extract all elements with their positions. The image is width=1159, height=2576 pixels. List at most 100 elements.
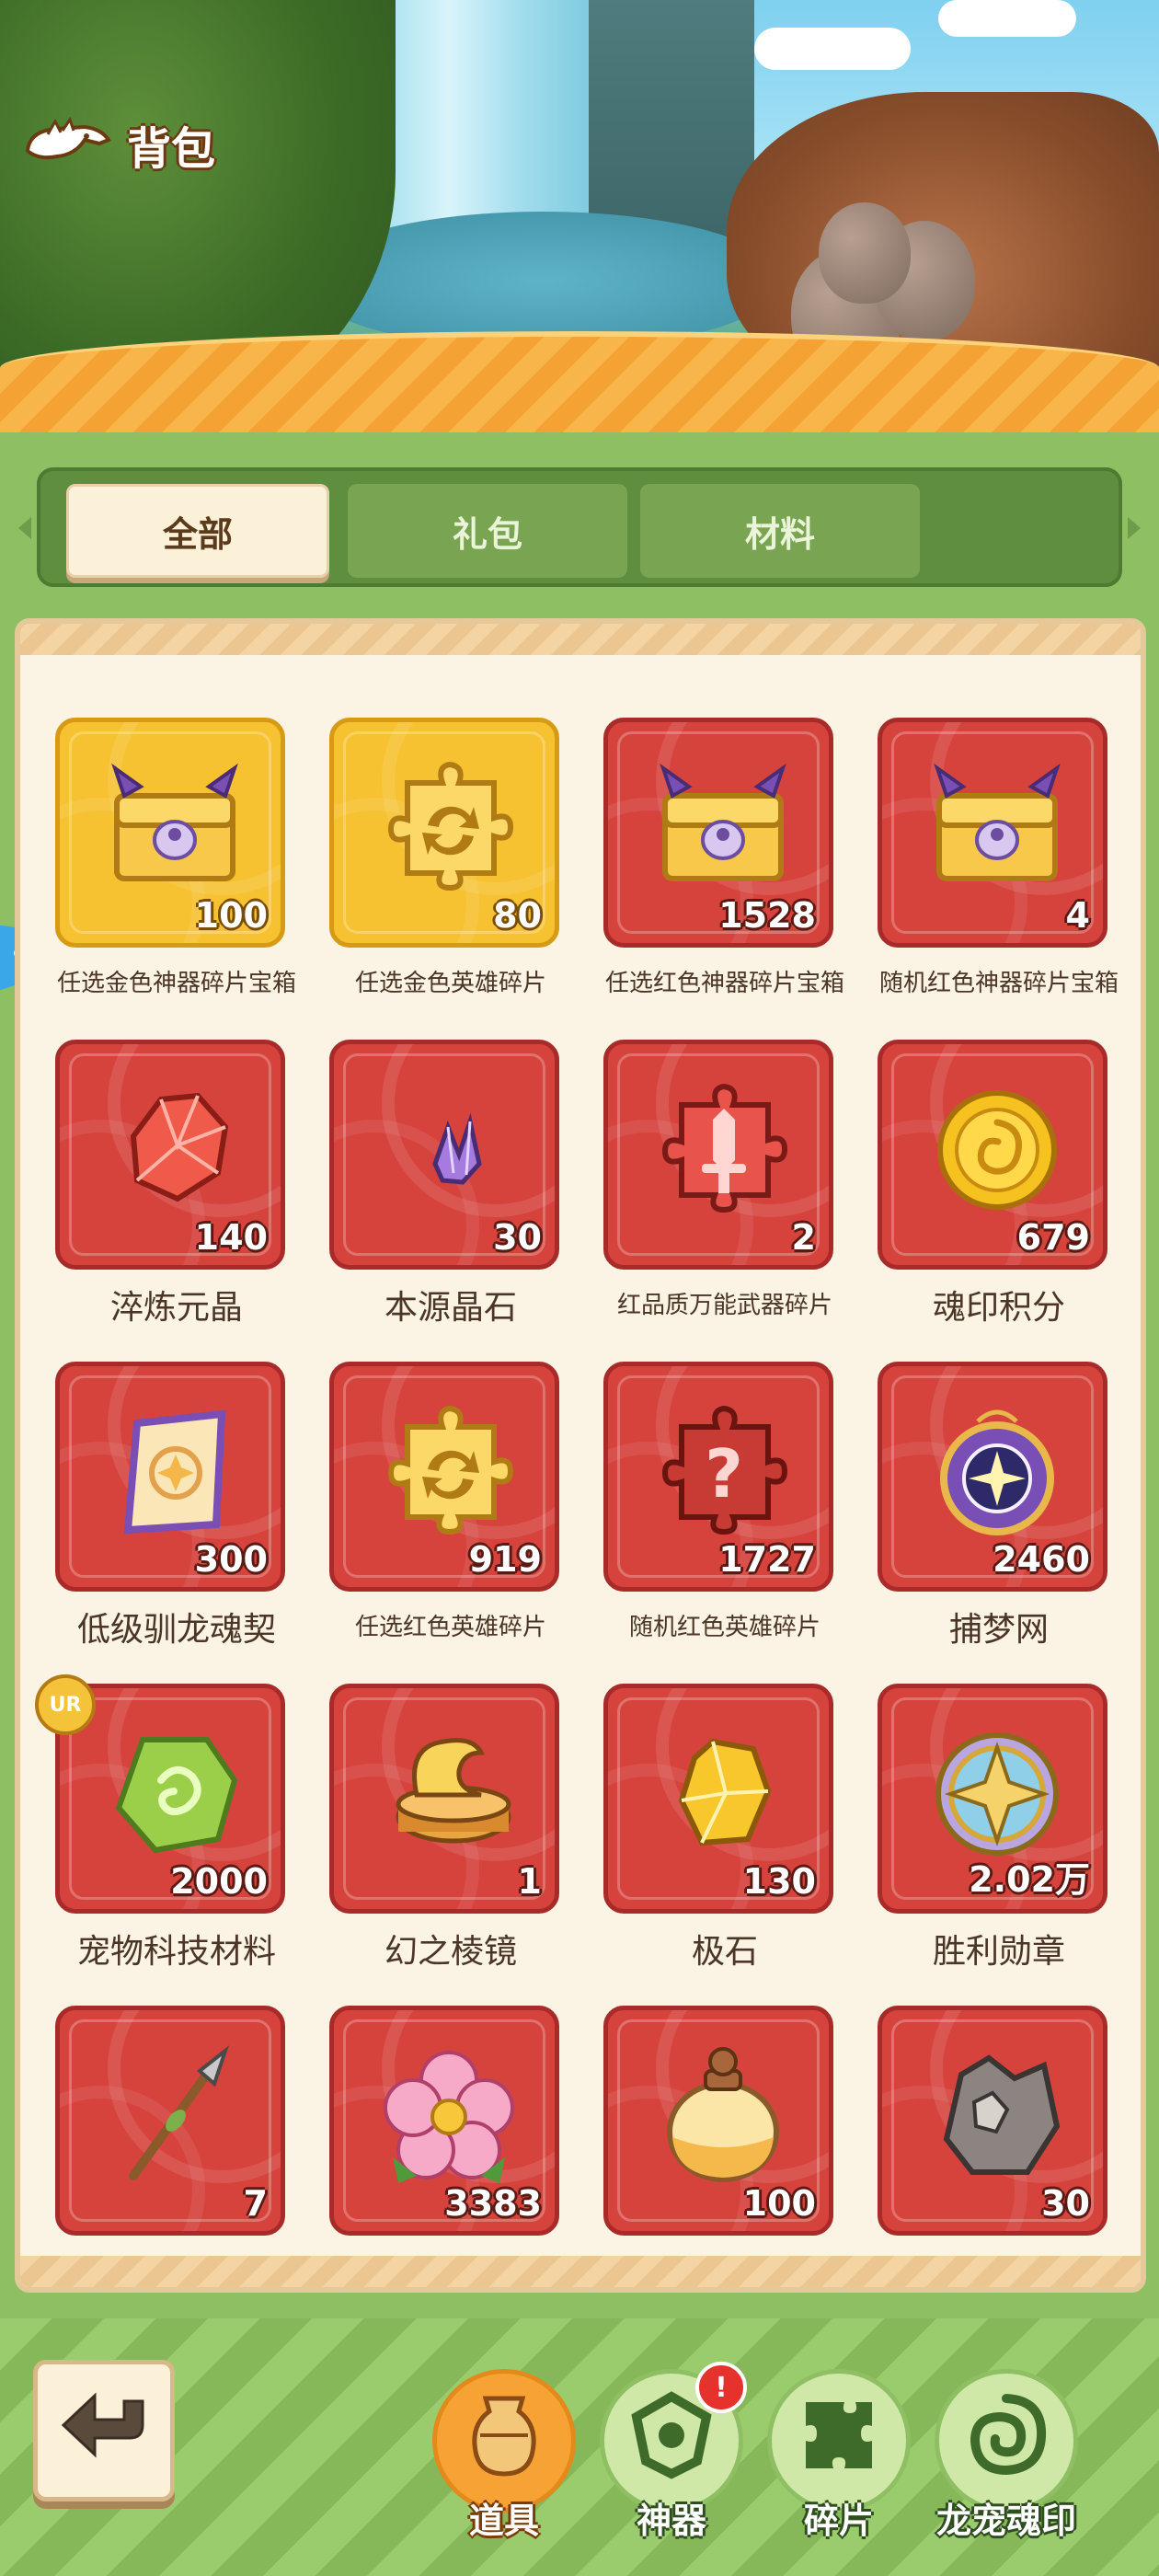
item-name: 淬炼元晶 [109, 1289, 243, 1327]
item-card[interactable]: 4 [878, 718, 1107, 948]
tab-scroll-left-icon[interactable] [18, 517, 31, 539]
item-card[interactable]: 679 [878, 1040, 1107, 1270]
header-divider-band [0, 331, 1159, 432]
item-card[interactable]: 100 [603, 2006, 833, 2236]
nav-props[interactable]: 道具 [432, 2369, 576, 2553]
item-card[interactable]: 3383 [329, 2006, 559, 2236]
item-name: 捕梦网 [948, 1611, 1049, 1649]
shard-icon [806, 2402, 872, 2468]
inventory-item[interactable]: 679 魂印积分 [861, 1040, 1107, 1334]
item-card[interactable]: 140 [55, 1040, 285, 1270]
item-name: 红品质万能武器碎片 [616, 1292, 832, 1319]
tab-packs[interactable]: 礼包 [348, 484, 627, 578]
inventory-item[interactable]: 1 幻之棱镜 [313, 1684, 559, 1978]
puzzle-swap-icon [387, 1405, 514, 1535]
item-card[interactable]: 919 [329, 1362, 559, 1592]
item-count: 1727 [718, 1539, 816, 1580]
inventory-item[interactable]: 2.02万胜利勋章 [861, 1684, 1107, 1978]
back-arrow-icon [61, 2392, 144, 2458]
tab-materials[interactable]: 材料 [640, 484, 920, 578]
nav-artifacts-label: 神器 [636, 2501, 706, 2541]
back-button[interactable] [33, 2360, 175, 2501]
item-name: 任选红色神器碎片宝箱 [604, 970, 844, 997]
item-count: 140 [194, 1217, 268, 1258]
svg-text:?: ? [705, 1435, 743, 1512]
item-card[interactable]: 1 [329, 1684, 559, 1914]
item-count: 2 [791, 1217, 816, 1258]
tab-scroll-right-icon[interactable] [1128, 517, 1141, 539]
swirl-seal-icon [970, 2394, 1047, 2476]
scroll-icon [123, 1409, 226, 1535]
inventory-item[interactable]: 1528 任选红色神器碎片宝箱 [587, 718, 844, 1012]
egg-illustration [819, 202, 911, 304]
page-title: 背包 [127, 123, 216, 175]
inventory-item[interactable]: 4 随机红色神器碎片宝箱 [861, 718, 1119, 1012]
item-name: 幻之棱镜 [384, 1933, 517, 1971]
inventory-item[interactable]: 80 任选金色英雄碎片 [313, 718, 559, 1012]
ore-icon [943, 2054, 1061, 2175]
item-card[interactable]: ? 1727 [603, 1362, 833, 1592]
inventory-item[interactable]: 100 任选金色神器碎片宝箱 [39, 718, 296, 1012]
item-name: 宠物科技材料 [76, 1933, 276, 1971]
item-count: 4 [1065, 895, 1090, 936]
golden-cup-icon [396, 1738, 511, 1844]
item-card[interactable]: 130 [603, 1684, 833, 1914]
header-banner: 背包 [0, 0, 1159, 432]
inventory-item[interactable]: 130 极石 [587, 1684, 833, 1978]
item-count: 2.02万 [969, 1859, 1090, 1900]
panel-top-border [20, 624, 1141, 655]
inventory-item[interactable]: 3383 [313, 2006, 559, 2300]
nav-pet-seals[interactable]: 龙宠魂印 [935, 2369, 1078, 2553]
inventory-item[interactable]: ? 1727 随机红色英雄碎片 [587, 1362, 833, 1656]
item-card[interactable]: 100 [55, 718, 285, 948]
red-crystal-icon [130, 1092, 229, 1202]
chest-icon [111, 763, 238, 881]
item-count: 919 [468, 1539, 542, 1580]
inventory-item[interactable]: 2000 UR 宠物科技材料 [35, 1674, 285, 1978]
item-count: 2460 [993, 1539, 1090, 1580]
item-name: 胜利勋章 [932, 1933, 1065, 1971]
inventory-item[interactable]: 2460 捕梦网 [861, 1362, 1107, 1656]
item-card[interactable]: 30 [329, 1040, 559, 1270]
green-stone-icon [115, 1737, 238, 1854]
dreamcatcher-icon [940, 1409, 1054, 1535]
item-name: 低级驯龙魂契 [76, 1611, 276, 1649]
item-card[interactable]: 2 [603, 1040, 833, 1270]
rarity-badge: UR [35, 1674, 96, 1735]
item-count: 3383 [444, 2183, 542, 2224]
inventory-item[interactable]: 30 本源晶石 [313, 1040, 559, 1334]
item-card[interactable]: 2.02万 [878, 1684, 1107, 1914]
nav-artifacts[interactable]: ! 神器 [600, 2362, 747, 2553]
inventory-item[interactable]: 300 低级驯龙魂契 [39, 1362, 285, 1656]
item-card[interactable]: 7 [55, 2006, 285, 2236]
item-card[interactable]: 30 [878, 2006, 1107, 2236]
inventory-item[interactable]: 2 红品质万能武器碎片 [587, 1040, 833, 1334]
item-card[interactable]: 80 [329, 718, 559, 948]
item-card[interactable]: 300 [55, 1362, 285, 1592]
item-card[interactable]: 2460 [878, 1362, 1107, 1592]
nav-shards[interactable]: 碎片 [767, 2369, 911, 2553]
purple-crystal-icon [432, 1112, 482, 1185]
item-card[interactable]: 1528 [603, 718, 833, 948]
item-count: 130 [742, 1861, 816, 1902]
item-count: 1 [517, 1861, 542, 1902]
inventory-item[interactable]: 100 [587, 2006, 833, 2300]
inventory-item[interactable]: 7 [39, 2006, 285, 2300]
item-name: 极石 [691, 1933, 758, 1971]
chest-icon [660, 763, 786, 881]
item-count: 1528 [718, 895, 816, 936]
page-title-group: 背包 [20, 112, 215, 177]
tab-all[interactable]: 全部 [66, 484, 329, 578]
item-count: 80 [493, 895, 542, 936]
category-tab-bar: 全部 礼包 材料 [18, 467, 1141, 587]
chest-icon [934, 763, 1061, 881]
coin-icon [937, 1090, 1057, 1210]
inventory-item[interactable]: 30 [861, 2006, 1107, 2300]
cloud [938, 0, 1076, 37]
inventory-item[interactable]: 919 任选红色英雄碎片 [313, 1362, 559, 1656]
dino-logo-icon [25, 116, 112, 160]
item-count: 30 [1041, 2183, 1090, 2224]
inventory-item[interactable]: 140 淬炼元晶 [39, 1040, 285, 1334]
medal-icon [935, 1732, 1059, 1856]
item-count: 100 [194, 895, 268, 936]
